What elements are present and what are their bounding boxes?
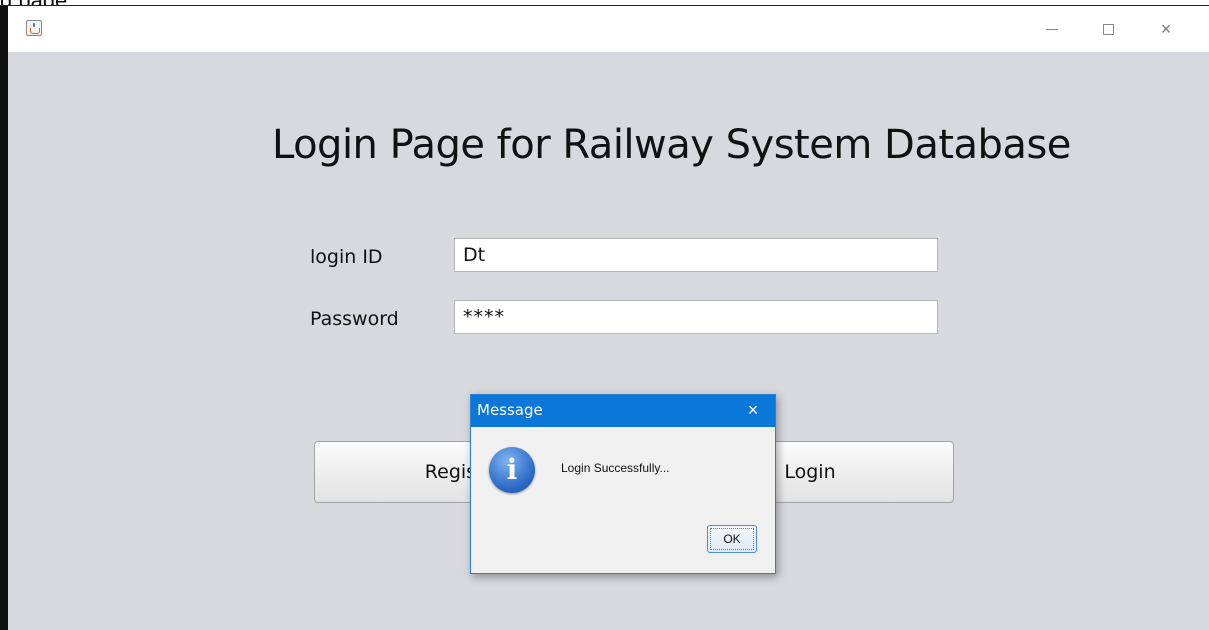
java-cup xyxy=(30,28,40,34)
dialog-message: Login Successfully... xyxy=(561,461,670,475)
window-close-button[interactable]: × xyxy=(1143,6,1189,52)
app-window: × Login Page for Railway System Database… xyxy=(8,6,1209,630)
login-id-input[interactable] xyxy=(454,238,938,272)
ok-button[interactable]: OK xyxy=(707,525,757,553)
info-icon: i xyxy=(489,447,535,493)
password-label: Password xyxy=(310,308,399,330)
maximize-icon xyxy=(1102,23,1114,35)
java-steam xyxy=(33,23,35,27)
login-button-label: Login xyxy=(784,461,836,483)
dialog-title: Message xyxy=(477,401,543,419)
close-icon: × xyxy=(1160,18,1172,39)
password-input[interactable] xyxy=(454,300,938,334)
page-title: Login Page for Railway System Database xyxy=(272,122,1071,168)
dialog-titlebar: Message × xyxy=(471,395,775,427)
dialog-close-button[interactable]: × xyxy=(741,398,765,422)
login-id-label: login ID xyxy=(310,246,383,268)
left-edge xyxy=(0,6,8,630)
minimize-icon xyxy=(1046,28,1058,30)
java-app-icon[interactable] xyxy=(26,20,42,36)
message-dialog: Message × i Login Successfully... OK xyxy=(470,394,776,574)
window-titlebar: × xyxy=(8,6,1209,52)
ok-button-label: OK xyxy=(723,532,741,546)
minimize-button[interactable] xyxy=(1029,6,1075,52)
maximize-button[interactable] xyxy=(1085,6,1131,52)
